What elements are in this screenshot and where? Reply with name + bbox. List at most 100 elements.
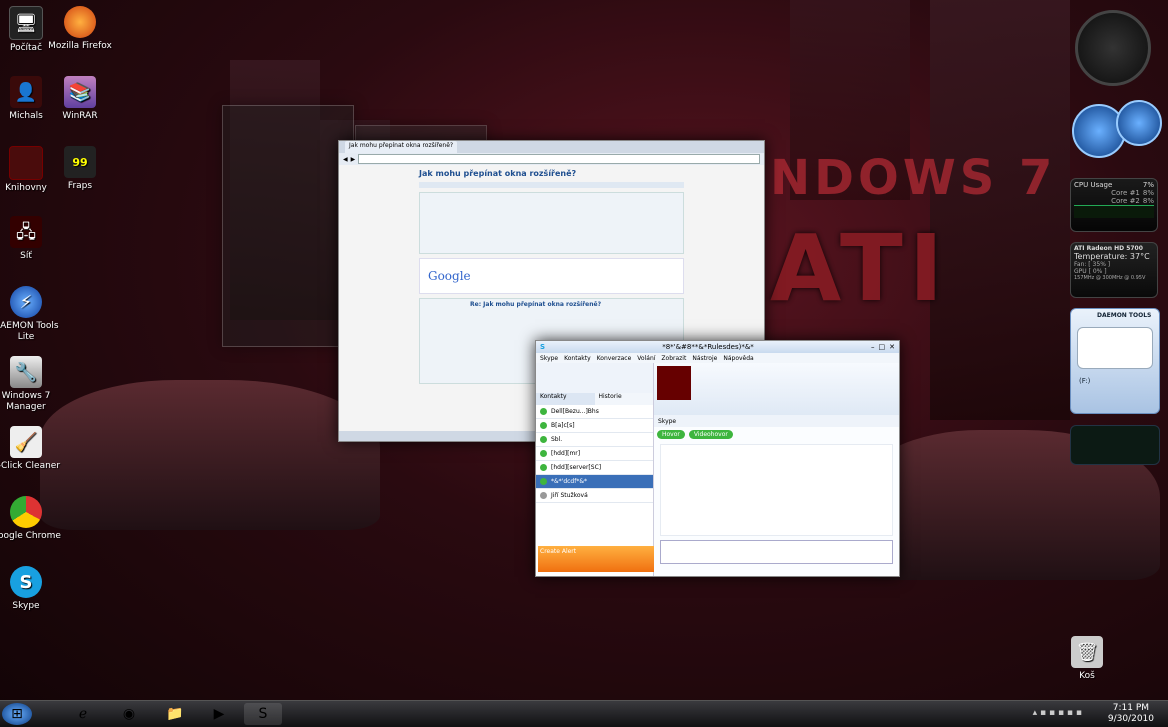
skype-profile bbox=[536, 363, 653, 393]
tray-icons[interactable]: ▴ ▪ ▪ ▪ ▪ ▪ bbox=[1033, 708, 1082, 718]
daemon-tools-icon: ⚡ bbox=[10, 286, 42, 318]
skype-icon[interactable]: S bbox=[244, 703, 282, 725]
contact-item-selected[interactable]: *&*'dcdf*&* bbox=[536, 475, 653, 489]
taskbar: ⊞ ℯ ◉ 📁 ▶ S 7:11 PM 9/30/2010 ▴ ▪ ▪ ▪ ▪ … bbox=[0, 700, 1168, 727]
wallpaper-car bbox=[40, 380, 380, 530]
desktop-icon-skype[interactable]: S Skype bbox=[0, 566, 61, 612]
online-status-icon bbox=[540, 408, 547, 415]
firefox-nav-bar: ◀ ▶ bbox=[339, 153, 764, 165]
desktop-icon-daemon-tools[interactable]: ⚡ DAEMON Tools Lite bbox=[0, 286, 61, 343]
online-status-icon bbox=[540, 450, 547, 457]
skype-home-tab[interactable]: Skype bbox=[654, 415, 899, 427]
winrar-icon: 📚 bbox=[64, 76, 96, 108]
desktop-icon-cleaner[interactable]: 🧹 1-Click Cleaner bbox=[0, 426, 61, 472]
desktop-icon-firefox[interactable]: Mozilla Firefox bbox=[45, 6, 115, 52]
skype-icon: S bbox=[10, 566, 42, 598]
post-title: Jak mohu přepínat okna rozšířeně? bbox=[419, 169, 577, 178]
user-folder-icon: 👤 bbox=[10, 76, 42, 108]
google-logo: Google bbox=[428, 269, 471, 283]
desktop-icon-recycle-bin[interactable]: 🗑 Koš bbox=[1052, 636, 1122, 682]
win7-manager-icon: 🔧 bbox=[10, 356, 42, 388]
daemon-tools-gadget[interactable]: DAEMON TOOLS (F:) bbox=[1070, 308, 1160, 414]
skype-title-bar: S *8*'&#8**&*Rulesdes)*&* – □ ✕ bbox=[536, 341, 899, 353]
recycle-bin-icon: 🗑 bbox=[1071, 636, 1103, 668]
cpu-gadget[interactable]: CPU Usage 7% Core #1 8% Core #2 8% bbox=[1070, 178, 1158, 232]
skype-logo-icon: S bbox=[540, 343, 546, 351]
online-status-icon bbox=[540, 436, 547, 443]
gpu-gadget[interactable]: ATI Radeon HD 5700 Temperature: 37°C Fan… bbox=[1070, 242, 1158, 298]
clock-gadget[interactable] bbox=[1075, 10, 1151, 86]
online-status-icon bbox=[540, 464, 547, 471]
message-input[interactable] bbox=[660, 540, 893, 564]
contact-item[interactable]: [hdd][mr] bbox=[536, 447, 653, 461]
forum-toolbar bbox=[419, 182, 684, 188]
ie-icon[interactable]: ℯ bbox=[64, 703, 102, 725]
minimize-icon[interactable]: – bbox=[871, 343, 875, 351]
firefox-tab[interactable]: Jak mohu přepínat okna rozšířeně? bbox=[345, 141, 458, 153]
menu-call[interactable]: Volání bbox=[637, 355, 655, 362]
cleaner-icon: 🧹 bbox=[10, 426, 42, 458]
firefox-address-bar[interactable] bbox=[358, 154, 760, 164]
desktop-icon-network[interactable]: 🖧 Síť bbox=[0, 216, 61, 262]
contact-item[interactable]: [hdd][server[SC] bbox=[536, 461, 653, 475]
avatar bbox=[657, 366, 691, 400]
close-icon[interactable]: ✕ bbox=[889, 343, 895, 351]
back-icon[interactable]: ◀ bbox=[343, 156, 348, 163]
desktop-icon-win7-manager[interactable]: 🔧 Windows 7 Manager bbox=[0, 356, 61, 413]
video-call-button[interactable]: Videohovor bbox=[688, 430, 733, 439]
chrome-icon bbox=[10, 496, 42, 528]
menu-skype[interactable]: Skype bbox=[540, 355, 558, 362]
maximize-icon[interactable]: □ bbox=[879, 343, 886, 351]
online-status-icon bbox=[540, 422, 547, 429]
call-button[interactable]: Hovor bbox=[657, 430, 685, 439]
contact-item[interactable]: Jiří Stužková bbox=[536, 489, 653, 503]
reply-title: Re: Jak mohu přepínat okna rozšířeně? bbox=[470, 301, 602, 308]
start-orb-icon[interactable]: ⊞ bbox=[2, 703, 32, 725]
firefox-tab-bar: Jak mohu přepínat okna rozšířeně? bbox=[339, 141, 764, 153]
wallpaper-windows-banner: NDOWS 7 bbox=[770, 150, 1057, 206]
menu-view[interactable]: Zobrazit bbox=[661, 355, 686, 362]
skype-conversation-panel: Skype Hovor Videohovor bbox=[654, 363, 899, 576]
skype-promo-banner[interactable]: Create Alert bbox=[538, 546, 655, 572]
wallpaper-building bbox=[930, 0, 1070, 420]
skype-window[interactable]: S *8*'&#8**&*Rulesdes)*&* – □ ✕ Skype Ko… bbox=[535, 340, 900, 577]
fraps-icon: 99 bbox=[64, 146, 96, 178]
explorer-icon[interactable]: 📁 bbox=[156, 703, 194, 725]
desktop-icon-fraps[interactable]: 99 Fraps bbox=[45, 146, 115, 192]
wallpaper-ati-logo: ATI bbox=[770, 215, 950, 322]
menu-contacts[interactable]: Kontakty bbox=[564, 355, 591, 362]
menu-tools[interactable]: Nástroje bbox=[692, 355, 717, 362]
menu-conversations[interactable]: Konverzace bbox=[597, 355, 632, 362]
forward-icon[interactable]: ▶ bbox=[351, 156, 356, 163]
menu-help[interactable]: Nápověda bbox=[723, 355, 753, 362]
firefox-icon bbox=[64, 6, 96, 38]
chat-history bbox=[660, 444, 893, 536]
virtual-drive[interactable] bbox=[1077, 327, 1153, 369]
sponsored-post: Google bbox=[419, 258, 684, 294]
meter-gadget[interactable] bbox=[1116, 100, 1162, 146]
tab-history[interactable]: Historie bbox=[594, 393, 653, 405]
background-window-desktop[interactable] bbox=[222, 105, 354, 347]
forum-post bbox=[419, 192, 684, 254]
online-status-icon bbox=[540, 478, 547, 485]
offline-status-icon bbox=[540, 492, 547, 499]
skype-sidebar: Kontakty Historie Dell[Bezu...]Bhs B[a]c… bbox=[536, 363, 655, 576]
tray-clock[interactable]: 7:11 PM 9/30/2010 bbox=[1108, 703, 1154, 725]
contact-item[interactable]: B[a]c[s] bbox=[536, 419, 653, 433]
media-player-icon[interactable]: ▶ bbox=[200, 703, 238, 725]
contact-item[interactable]: Sbl. bbox=[536, 433, 653, 447]
cpu-graph bbox=[1074, 205, 1154, 218]
computer-icon: 🖥 bbox=[9, 6, 43, 40]
contact-item[interactable]: Dell[Bezu...]Bhs bbox=[536, 405, 653, 419]
tab-contacts[interactable]: Kontakty bbox=[536, 393, 595, 405]
network-icon: 🖧 bbox=[10, 216, 42, 248]
call-buttons: Hovor Videohovor bbox=[654, 427, 899, 442]
desktop-icon-chrome[interactable]: Google Chrome bbox=[0, 496, 61, 542]
desktop-icon-winrar[interactable]: 📚 WinRAR bbox=[45, 76, 115, 122]
meter-gadget bbox=[1070, 425, 1160, 465]
skype-menu-bar: Skype Kontakty Konverzace Volání Zobrazi… bbox=[536, 353, 899, 363]
skype-sidebar-tabs: Kontakty Historie bbox=[536, 393, 653, 405]
conversation-header bbox=[654, 363, 899, 415]
chrome-icon[interactable]: ◉ bbox=[110, 703, 148, 725]
skype-window-title: *8*'&#8**&*Rulesdes)*&* bbox=[662, 343, 754, 351]
